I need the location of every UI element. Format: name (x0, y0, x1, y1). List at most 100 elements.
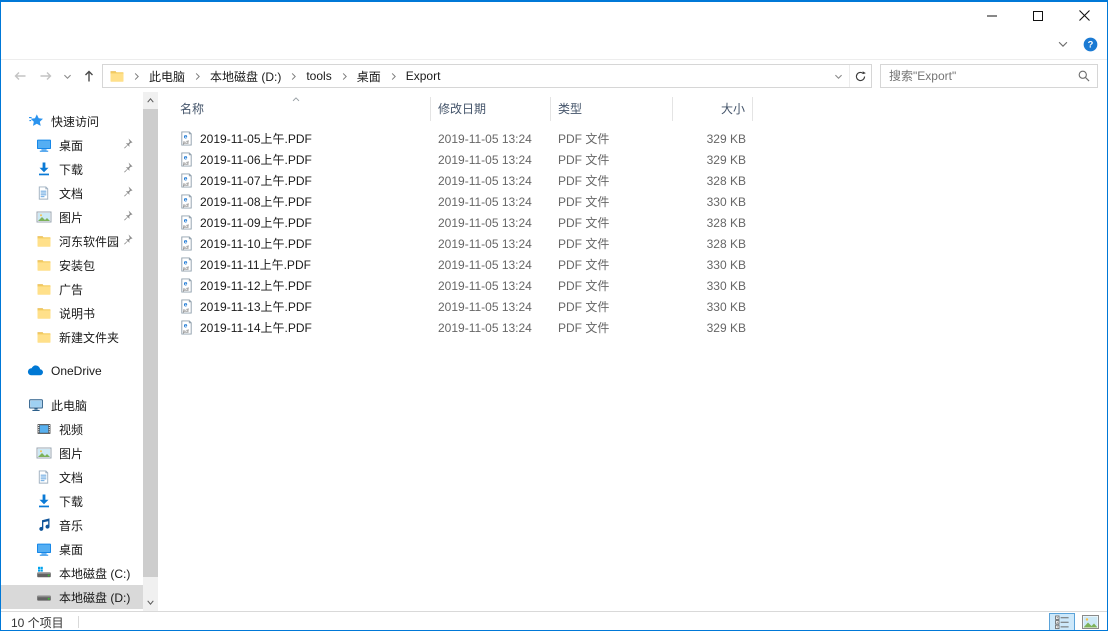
file-row[interactable]: e pdf 2019-11-14上午.PDF 2019-11-05 13:24 PDF … (162, 317, 1107, 338)
details-view-icon (1054, 614, 1070, 630)
sidebar-item[interactable]: 视频 (1, 417, 143, 441)
thumbnails-view-button[interactable] (1077, 613, 1103, 630)
sidebar-item-label: 图片 (59, 210, 84, 225)
file-type: PDF 文件 (558, 237, 610, 251)
file-name-cell: e pdf 2019-11-08上午.PDF (162, 193, 431, 210)
sidebar-item[interactable]: 说明书 (1, 301, 143, 325)
breadcrumb-segment[interactable]: 桌面 (351, 65, 387, 87)
folder-icon (35, 233, 52, 249)
pdf-file-icon: e pdf (179, 194, 194, 209)
breadcrumb-chevron-icon (130, 71, 143, 82)
file-date: 2019-11-05 13:24 (438, 299, 532, 314)
sidebar-item[interactable]: 本地磁盘 (D:) (1, 585, 143, 609)
back-button[interactable] (7, 63, 33, 89)
file-row[interactable]: e pdf 2019-11-13上午.PDF 2019-11-05 13:24 PDF … (162, 296, 1107, 317)
file-list: e pdf 2019-11-05上午.PDF 2019-11-05 13:24 PDF … (162, 128, 1107, 338)
column-headers: 名称 修改日期 类型 大小 (162, 97, 1107, 121)
file-name-cell: e pdf 2019-11-09上午.PDF (162, 214, 431, 231)
sidebar-item[interactable]: 广告 (1, 277, 143, 301)
sidebar-item[interactable]: 文档 (1, 465, 143, 489)
navigation-bar: 此电脑 本地磁盘 (D:) tools 桌面 Export (1, 60, 1107, 92)
help-button[interactable]: ? (1083, 37, 1098, 52)
svg-text:pdf: pdf (183, 308, 190, 313)
sidebar-scrollbar[interactable] (143, 92, 158, 611)
sidebar-item[interactable]: 此电脑 (1, 393, 143, 417)
sidebar-item[interactable]: 图片 (1, 205, 143, 229)
scroll-down-button[interactable] (143, 594, 158, 611)
sidebar-item[interactable]: 安装包 (1, 253, 143, 277)
sidebar-item[interactable]: 河东软件园 (1, 229, 143, 253)
drive-d-icon (35, 589, 52, 605)
pdf-file-icon: e pdf (179, 215, 194, 230)
file-row[interactable]: e pdf 2019-11-08上午.PDF 2019-11-05 13:24 PDF … (162, 191, 1107, 212)
details-view-button[interactable] (1049, 613, 1075, 630)
sidebar-item[interactable]: 桌面 (1, 537, 143, 561)
sidebar-item[interactable]: 新建文件夹 (1, 325, 143, 349)
sidebar-item[interactable]: 快速访问 (1, 109, 143, 133)
file-row[interactable]: e pdf 2019-11-07上午.PDF 2019-11-05 13:24 PDF … (162, 170, 1107, 191)
scrollbar-thumb[interactable] (143, 109, 158, 577)
file-row[interactable]: e pdf 2019-11-06上午.PDF 2019-11-05 13:24 PDF … (162, 149, 1107, 170)
column-header-date[interactable]: 修改日期 (431, 97, 551, 121)
refresh-button[interactable] (849, 65, 871, 87)
file-row[interactable]: e pdf 2019-11-12上午.PDF 2019-11-05 13:24 PDF … (162, 275, 1107, 296)
ribbon-expand-button[interactable] (1056, 37, 1070, 51)
sidebar-item[interactable]: OneDrive (1, 359, 143, 383)
sidebar-item-label: 下载 (59, 162, 84, 177)
close-button[interactable] (1061, 2, 1107, 29)
item-count: 10 个项目 (11, 615, 64, 630)
address-bar[interactable]: 此电脑 本地磁盘 (D:) tools 桌面 Export (102, 64, 872, 88)
breadcrumb-segment[interactable]: Export (400, 65, 447, 87)
desktop-icon (35, 541, 52, 557)
breadcrumb-chevron-icon (387, 71, 400, 82)
minimize-button[interactable] (969, 2, 1015, 29)
minimize-icon (987, 11, 997, 21)
address-dropdown-button[interactable] (828, 65, 849, 87)
file-name-cell: e pdf 2019-11-13上午.PDF (162, 298, 431, 315)
file-size: 330 KB (706, 278, 746, 293)
sidebar-item[interactable]: 音乐 (1, 513, 143, 537)
file-name-cell: e pdf 2019-11-05上午.PDF (162, 130, 431, 147)
maximize-icon (1033, 10, 1043, 21)
title-bar (1, 2, 1107, 29)
sidebar-item[interactable]: 下载 (1, 489, 143, 513)
sidebar-item-label: 音乐 (59, 518, 84, 533)
file-name: 2019-11-05上午.PDF (200, 132, 312, 146)
music-icon (35, 517, 52, 533)
scroll-up-button[interactable] (143, 92, 158, 109)
column-header-type[interactable]: 类型 (551, 97, 673, 121)
up-button[interactable] (76, 63, 102, 89)
search-input[interactable] (881, 65, 1071, 87)
pin-icon (121, 161, 134, 174)
file-row[interactable]: e pdf 2019-11-09上午.PDF 2019-11-05 13:24 PDF … (162, 212, 1107, 233)
pdf-file-icon: e pdf (179, 257, 194, 272)
pdf-file-icon: e pdf (179, 236, 194, 251)
breadcrumb-segment[interactable]: 此电脑 (143, 65, 191, 87)
breadcrumb-segment[interactable]: 本地磁盘 (D:) (204, 65, 287, 87)
search-icon (1077, 69, 1091, 83)
sidebar-item[interactable]: 文档 (1, 181, 143, 205)
sidebar-item[interactable]: 本地磁盘 (C:) (1, 561, 143, 585)
document-icon (35, 185, 52, 201)
file-type: PDF 文件 (558, 174, 610, 188)
forward-button[interactable] (33, 63, 59, 89)
breadcrumb-segment[interactable]: tools (300, 65, 337, 87)
chevron-down-icon (1056, 37, 1070, 51)
file-row[interactable]: e pdf 2019-11-10上午.PDF 2019-11-05 13:24 PDF … (162, 233, 1107, 254)
recent-locations-button[interactable] (59, 63, 76, 89)
content-area: 快速访问 桌面 下载 文档 图片 河东软件园 安装包 广告 说明书 新建文件夹 OneDrive 此电… (1, 92, 1107, 611)
file-name: 2019-11-08上午.PDF (200, 195, 312, 209)
folder-icon (35, 257, 52, 273)
sidebar-item[interactable]: 图片 (1, 441, 143, 465)
breadcrumb-chevron-icon (191, 71, 204, 82)
sidebar-item[interactable]: 下载 (1, 157, 143, 181)
folder-icon (35, 305, 52, 321)
column-header-size[interactable]: 大小 (673, 97, 753, 121)
svg-text:pdf: pdf (183, 329, 190, 334)
sidebar-item[interactable]: 桌面 (1, 133, 143, 157)
svg-text:pdf: pdf (183, 182, 190, 187)
svg-text:pdf: pdf (183, 266, 190, 271)
file-row[interactable]: e pdf 2019-11-11上午.PDF 2019-11-05 13:24 PDF … (162, 254, 1107, 275)
file-row[interactable]: e pdf 2019-11-05上午.PDF 2019-11-05 13:24 PDF … (162, 128, 1107, 149)
maximize-button[interactable] (1015, 2, 1061, 29)
